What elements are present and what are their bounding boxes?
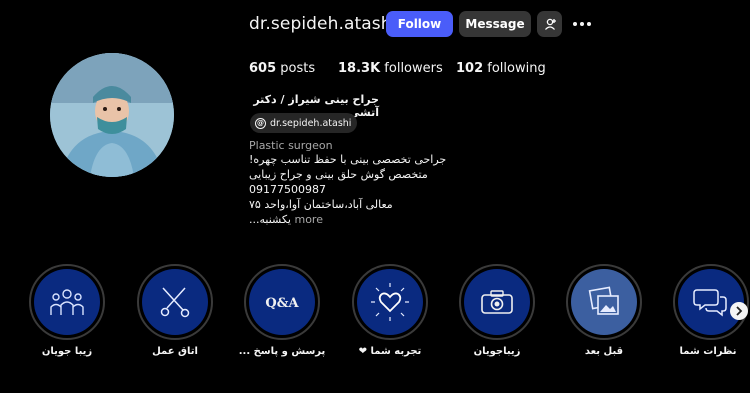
heart-icon	[371, 283, 409, 321]
highlight-label: قبل بعد	[584, 346, 624, 357]
highlight-item[interactable]	[566, 264, 642, 340]
threads-icon: @	[255, 117, 266, 129]
following-label: following	[487, 61, 546, 76]
highlight-cover	[571, 269, 637, 335]
surgical-tools-icon	[160, 287, 190, 318]
highlight-item[interactable]	[352, 264, 428, 340]
posts-count-value: 605	[249, 61, 277, 76]
bio-line: معالی آباد،ساختمان آوا،واحد ۷۵	[249, 198, 393, 211]
followers-link[interactable]: 18.3K followers	[338, 61, 443, 76]
chat-bubbles-icon	[693, 289, 727, 317]
posts-count-label: posts	[280, 61, 316, 76]
highlight-label: زیبا جویان	[41, 346, 93, 357]
threads-handle: dr.sepideh.atashi	[270, 117, 352, 129]
photos-icon	[588, 286, 619, 315]
profile-username: dr.sepideh.atashi	[249, 14, 397, 34]
ellipsis-icon	[573, 22, 591, 26]
bio-more-link[interactable]: more	[294, 213, 323, 226]
threads-badge[interactable]: @ dr.sepideh.atashi	[250, 113, 358, 133]
add-user-icon	[544, 18, 556, 30]
highlight-label: نظرات شما	[679, 346, 737, 357]
posts-count: 605 posts	[249, 61, 315, 76]
camera-icon	[481, 290, 513, 314]
highlight-item[interactable]	[459, 264, 535, 340]
suggested-users-button[interactable]	[537, 11, 562, 37]
profile-bio: جراحی تخصصی بینی با حفظ تناسب چهره! متخص…	[249, 152, 469, 227]
more-options-button[interactable]	[571, 14, 593, 34]
group-icon	[50, 289, 84, 315]
highlight-cover	[34, 269, 100, 335]
svg-text:Q&A: Q&A	[265, 296, 299, 311]
chevron-right-icon	[736, 306, 743, 316]
highlight-label: اتاق عمل	[152, 346, 198, 357]
profile-category: Plastic surgeon	[249, 139, 333, 152]
highlight-label: تجربه شما ❤	[358, 346, 422, 357]
message-button[interactable]: Message	[459, 11, 531, 37]
avatar[interactable]	[50, 53, 174, 177]
bio-line: یکشنبه...	[249, 213, 291, 226]
followers-count-value: 18.3K	[338, 61, 381, 76]
highlight-cover	[142, 269, 208, 335]
highlight-item[interactable]	[137, 264, 213, 340]
highlight-cover	[464, 269, 530, 335]
highlight-item[interactable]: Q&A	[244, 264, 320, 340]
following-count-value: 102	[456, 61, 484, 76]
qa-icon: Q&A	[265, 296, 299, 311]
highlight-label: پرسش و پاسخ ...	[238, 346, 326, 357]
followers-label: followers	[384, 61, 443, 76]
highlight-item[interactable]	[29, 264, 105, 340]
following-link[interactable]: 102 following	[456, 61, 546, 76]
highlights-next-button[interactable]	[730, 302, 748, 320]
follow-button[interactable]: Follow	[386, 11, 453, 37]
highlight-cover	[357, 269, 423, 335]
bio-line: متخصص گوش حلق بینی و جراح زیبایی	[249, 168, 428, 181]
highlight-cover: Q&A	[249, 269, 315, 335]
highlight-label: زیباجویان	[473, 346, 521, 357]
bio-phone: 09177500987	[249, 183, 326, 196]
bio-line: جراحی تخصصی بینی با حفظ تناسب چهره!	[249, 153, 447, 166]
